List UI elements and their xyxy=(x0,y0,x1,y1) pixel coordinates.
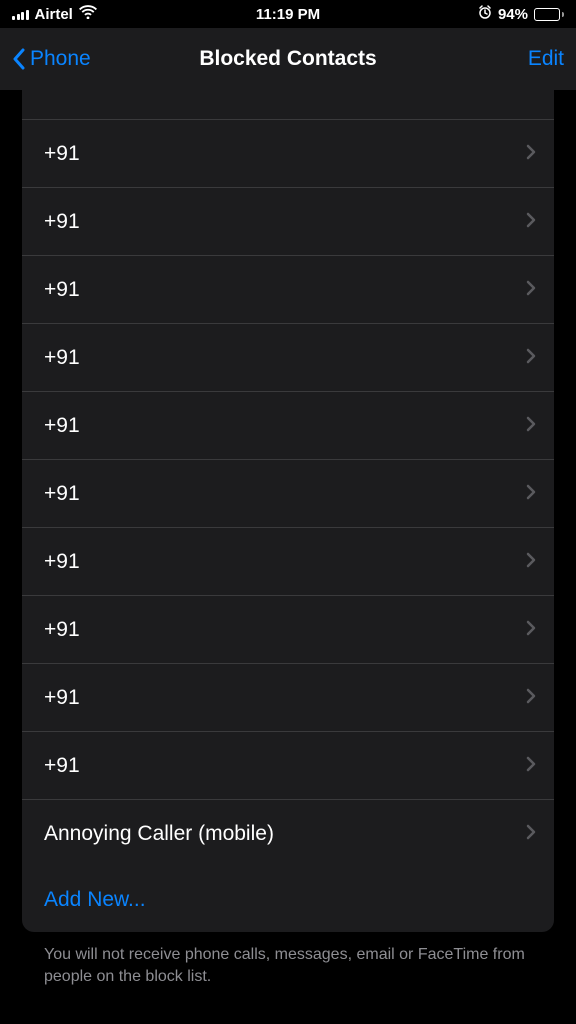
list-row[interactable]: +91 xyxy=(22,392,554,460)
navigation-bar: Phone Blocked Contacts Edit xyxy=(0,28,576,90)
battery-icon xyxy=(534,8,564,21)
list-row[interactable]: +91 xyxy=(22,188,554,256)
list-row[interactable]: +91 xyxy=(22,596,554,664)
chevron-right-icon xyxy=(526,754,536,778)
wifi-icon xyxy=(79,5,97,23)
list-row[interactable]: +91 xyxy=(22,120,554,188)
contact-label: +91 xyxy=(44,210,80,234)
back-button[interactable]: Phone xyxy=(12,47,91,71)
footer-text: You will not receive phone calls, messag… xyxy=(22,932,554,989)
list-row[interactable] xyxy=(22,90,554,120)
list-row[interactable]: +91 xyxy=(22,732,554,800)
contact-label: +91 xyxy=(44,414,80,438)
signal-icon xyxy=(12,8,29,20)
page-title: Blocked Contacts xyxy=(199,47,376,71)
chevron-right-icon xyxy=(526,822,536,846)
alarm-icon xyxy=(478,5,492,23)
chevron-right-icon xyxy=(526,278,536,302)
chevron-right-icon xyxy=(526,550,536,574)
status-right: 94% xyxy=(478,5,564,23)
list-row[interactable]: +91 xyxy=(22,324,554,392)
edit-button[interactable]: Edit xyxy=(528,47,564,71)
list-row[interactable]: +91 xyxy=(22,528,554,596)
contact-label: +91 xyxy=(44,278,80,302)
status-time: 11:19 PM xyxy=(256,6,320,23)
status-bar: Airtel 11:19 PM 94% xyxy=(0,0,576,28)
carrier-label: Airtel xyxy=(35,6,73,23)
contact-label: +91 xyxy=(44,686,80,710)
contact-label: +91 xyxy=(44,754,80,778)
back-label: Phone xyxy=(30,47,91,71)
list-row[interactable]: +91 xyxy=(22,256,554,324)
list-row[interactable]: +91 xyxy=(22,664,554,732)
add-new-label: Add New... xyxy=(44,888,146,912)
content: +91 +91 +91 +91 +91 +91 +91 +91 +91 +91 Annoying C… xyxy=(0,90,576,989)
chevron-right-icon xyxy=(526,142,536,166)
blocked-list: +91 +91 +91 +91 +91 +91 +91 +91 +91 +91 Annoying C… xyxy=(22,90,554,932)
add-new-button[interactable]: Add New... xyxy=(22,868,554,932)
chevron-left-icon xyxy=(12,48,26,70)
contact-label: Annoying Caller (mobile) xyxy=(44,822,274,846)
contact-label: +91 xyxy=(44,550,80,574)
list-row[interactable]: +91 xyxy=(22,460,554,528)
list-row[interactable]: Annoying Caller (mobile) xyxy=(22,800,554,868)
chevron-right-icon xyxy=(526,346,536,370)
chevron-right-icon xyxy=(526,618,536,642)
status-left: Airtel xyxy=(12,5,97,23)
chevron-right-icon xyxy=(526,414,536,438)
battery-percent: 94% xyxy=(498,6,528,23)
contact-label: +91 xyxy=(44,482,80,506)
chevron-right-icon xyxy=(526,482,536,506)
contact-label: +91 xyxy=(44,618,80,642)
chevron-right-icon xyxy=(526,686,536,710)
contact-label: +91 xyxy=(44,346,80,370)
chevron-right-icon xyxy=(526,210,536,234)
contact-label: +91 xyxy=(44,142,80,166)
